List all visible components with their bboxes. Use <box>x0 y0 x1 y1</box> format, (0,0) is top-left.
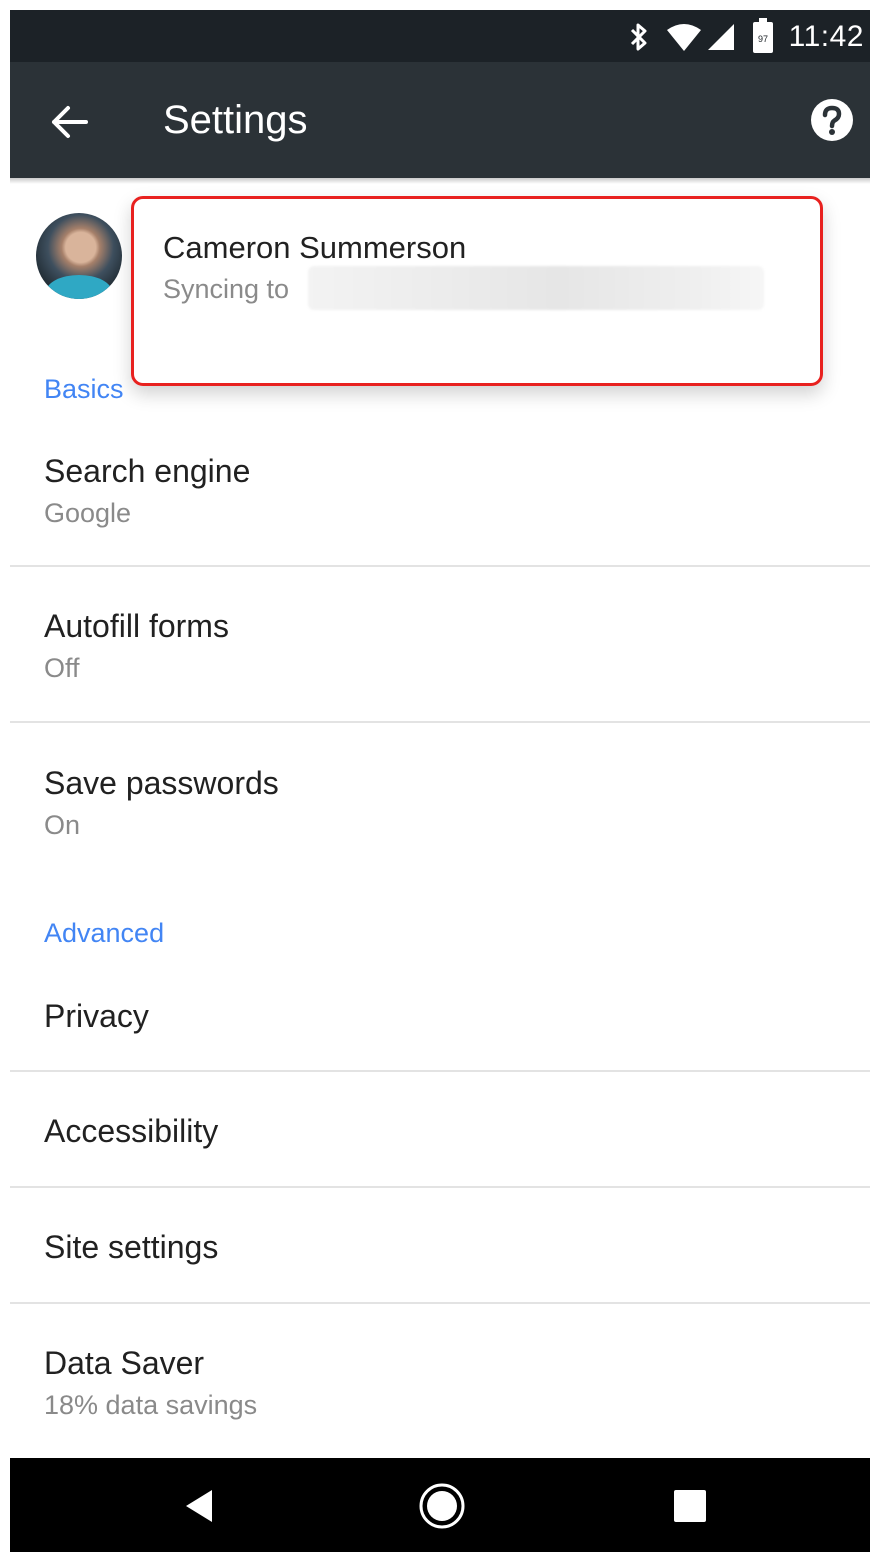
setting-title: Accessibility <box>44 1113 219 1149</box>
highlight-box <box>131 196 823 386</box>
toolbar-shadow <box>10 178 870 184</box>
setting-value: Google <box>44 498 132 528</box>
setting-privacy[interactable]: Privacy <box>10 980 870 1070</box>
setting-title: Site settings <box>44 1229 219 1265</box>
avatar <box>36 213 122 299</box>
section-header-advanced: Advanced <box>44 918 165 948</box>
nav-back-icon[interactable] <box>178 1482 226 1530</box>
status-bar: 97 11:42 <box>10 10 870 62</box>
setting-data-saver[interactable]: Data Saver 18% data savings <box>10 1332 870 1452</box>
setting-title: Privacy <box>44 998 149 1034</box>
nav-home-icon[interactable] <box>418 1482 466 1530</box>
setting-site-settings[interactable]: Site settings <box>10 1188 870 1302</box>
setting-title: Autofill forms <box>44 608 229 644</box>
nav-recents-icon[interactable] <box>666 1482 714 1530</box>
setting-title: Data Saver <box>44 1345 205 1381</box>
setting-accessibility[interactable]: Accessibility <box>10 1072 870 1186</box>
help-icon[interactable] <box>810 98 854 142</box>
battery-level: 97 <box>758 34 768 44</box>
battery-icon: 97 <box>753 18 773 53</box>
setting-autofill-forms[interactable]: Autofill forms Off <box>10 595 870 721</box>
back-arrow-icon[interactable] <box>46 98 94 146</box>
section-header-basics: Basics <box>44 374 124 404</box>
phone-screen: 97 11:42 Settings Cameron Summerson Sync… <box>10 10 870 1552</box>
wifi-icon <box>667 24 701 51</box>
divider <box>10 1302 870 1304</box>
navigation-bar <box>10 1458 870 1552</box>
setting-save-passwords[interactable]: Save passwords On <box>10 752 870 872</box>
bluetooth-icon <box>630 23 647 51</box>
page-title: Settings <box>163 98 308 142</box>
setting-value: Off <box>44 653 80 683</box>
divider <box>10 565 870 567</box>
setting-search-engine[interactable]: Search engine Google <box>10 440 870 565</box>
setting-title: Search engine <box>44 453 251 489</box>
divider <box>10 721 870 723</box>
setting-value: On <box>44 810 81 840</box>
setting-value: 18% data savings <box>44 1390 258 1420</box>
clock: 11:42 <box>788 20 864 53</box>
signal-icon <box>708 24 734 50</box>
setting-title: Save passwords <box>44 765 279 801</box>
toolbar: Settings <box>10 62 870 178</box>
